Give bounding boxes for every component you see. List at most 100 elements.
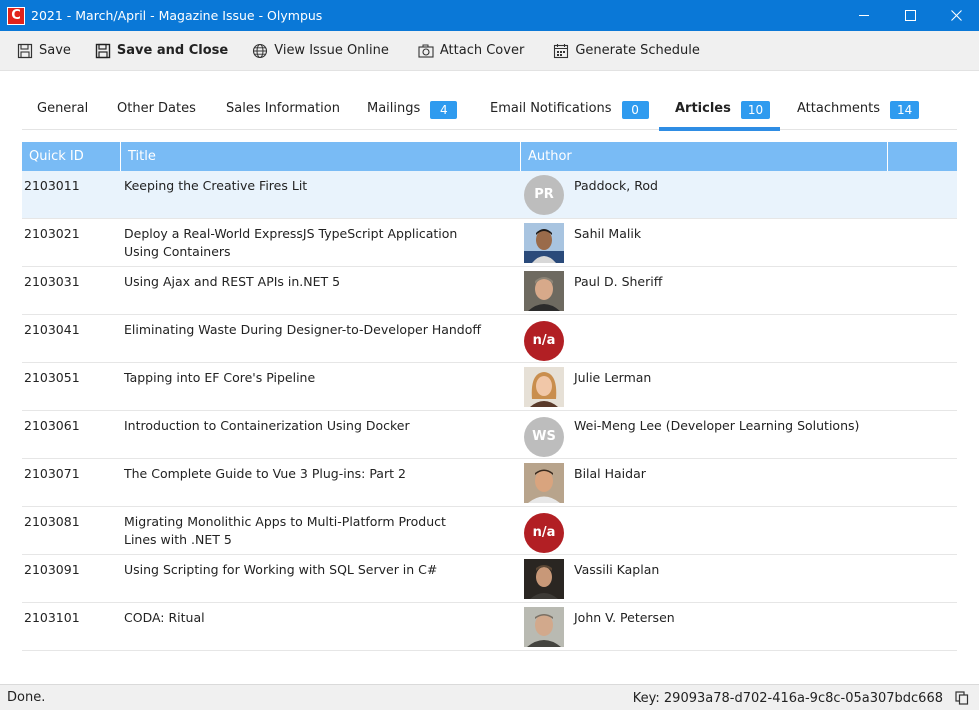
tab-label: Email Notifications [490, 101, 612, 116]
author-name: Paul D. Sheriff [574, 274, 663, 289]
toolbar: Save Save and Close View Issue Online At… [0, 31, 979, 71]
author-photo-avatar [524, 223, 564, 263]
view-issue-online-button[interactable]: View Issue Online [246, 36, 395, 66]
globe-icon [253, 43, 268, 58]
avatar: WS [524, 417, 564, 457]
table-row[interactable]: 2103071 The Complete Guide to Vue 3 Plug… [22, 459, 957, 507]
save-button[interactable]: Save [11, 36, 77, 66]
tab-general[interactable]: General [37, 92, 88, 130]
tab-label: Other Dates [117, 101, 196, 116]
floppy-disk-icon [95, 43, 111, 58]
title-cell: Introduction to Containerization Using D… [124, 418, 410, 433]
title-cell: CODA: Ritual [124, 610, 205, 625]
author-cell: Julie Lerman [521, 363, 888, 410]
app-logo-icon: C [7, 6, 25, 25]
author-name: John V. Petersen [574, 610, 675, 625]
title-cell: Migrating Monolithic Apps to Multi-Platf… [124, 514, 446, 547]
quick-id-cell: 2103021 [24, 226, 80, 241]
quick-id-cell: 2103051 [24, 370, 80, 385]
title-cell: Tapping into EF Core's Pipeline [124, 370, 316, 385]
table-row[interactable]: 2103051 Tapping into EF Core's Pipeline … [22, 363, 957, 411]
grid-header: Quick ID Title Author [22, 142, 957, 171]
tab-label: Attachments [797, 101, 880, 116]
title-cell: Eliminating Waste During Designer-to-Dev… [124, 322, 481, 337]
title-cell: Keeping the Creative Fires Lit [124, 178, 308, 193]
tab-label: Mailings [367, 101, 421, 116]
table-row[interactable]: 2103041 Eliminating Waste During Designe… [22, 315, 957, 363]
minimize-button[interactable] [841, 0, 887, 31]
window-title: 2021 - March/April - Magazine Issue - Ol… [31, 8, 323, 23]
author-cell: n/a [521, 507, 888, 554]
author-photo-avatar [524, 607, 564, 647]
author-name: Paddock, Rod [574, 178, 658, 193]
column-header-title[interactable]: Title [121, 142, 521, 171]
table-row[interactable]: 2103031 Using Ajax and REST APIs in.NET … [22, 267, 957, 315]
minimize-icon [858, 15, 869, 16]
author-cell: WS Wei-Meng Lee (Developer Learning Solu… [521, 411, 888, 458]
quick-id-cell: 2103101 [24, 610, 80, 625]
status-text: Done. [7, 690, 46, 705]
quick-id-cell: 2103031 [24, 274, 80, 289]
table-row[interactable]: 2103021 Deploy a Real-World ExpressJS Ty… [22, 219, 957, 267]
copy-icon[interactable] [955, 691, 969, 705]
title-cell: Deploy a Real-World ExpressJS TypeScript… [124, 226, 458, 259]
author-name: Vassili Kaplan [574, 562, 660, 577]
tab-sales-information[interactable]: Sales Information [226, 92, 340, 130]
quick-id-cell: 2103011 [24, 178, 80, 193]
close-button[interactable] [933, 0, 979, 31]
camera-icon [418, 44, 434, 58]
articles-grid: Quick ID Title Author 2103011 Keeping th… [22, 142, 957, 651]
window-controls [841, 0, 979, 31]
record-key: Key: 29093a78-d702-416a-9c8c-05a307bdc66… [633, 685, 969, 710]
record-key-text: Key: 29093a78-d702-416a-9c8c-05a307bdc66… [632, 690, 943, 706]
author-cell: Bilal Haidar [521, 459, 888, 506]
save-label: Save [39, 43, 71, 58]
author-cell: n/a [521, 315, 888, 362]
author-photo-avatar [524, 367, 564, 407]
quick-id-cell: 2103041 [24, 322, 80, 337]
title-cell: The Complete Guide to Vue 3 Plug-ins: Pa… [124, 466, 406, 481]
tab-mailings[interactable]: Mailings 4 [367, 92, 458, 130]
calendar-icon [554, 43, 569, 58]
table-row[interactable]: 2103101 CODA: Ritual John V. Petersen [22, 603, 957, 651]
column-header-author[interactable]: Author [521, 142, 888, 171]
author-cell: PR Paddock, Rod [521, 171, 888, 218]
table-row[interactable]: 2103011 Keeping the Creative Fires Lit P… [22, 171, 957, 219]
save-and-close-button[interactable]: Save and Close [89, 36, 234, 66]
avatar: PR [524, 175, 564, 215]
tab-label: Articles [675, 101, 731, 116]
tab-other-dates[interactable]: Other Dates [117, 92, 196, 130]
author-photo-avatar [524, 271, 564, 311]
mailings-count-badge: 4 [430, 101, 458, 119]
title-cell: Using Ajax and REST APIs in.NET 5 [124, 274, 341, 289]
maximize-button[interactable] [887, 0, 933, 31]
tab-attachments[interactable]: Attachments 14 [797, 92, 920, 130]
column-header-blank [888, 142, 957, 171]
title-cell: Using Scripting for Working with SQL Ser… [124, 562, 438, 577]
generate-schedule-button[interactable]: Generate Schedule [547, 36, 706, 66]
table-row[interactable]: 2103081 Migrating Monolithic Apps to Mul… [22, 507, 957, 555]
column-header-quick-id[interactable]: Quick ID [22, 142, 121, 171]
generate-schedule-label: Generate Schedule [575, 43, 700, 58]
quick-id-cell: 2103091 [24, 562, 80, 577]
author-cell: Paul D. Sheriff [521, 267, 888, 314]
table-row[interactable]: 2103061 Introduction to Containerization… [22, 411, 957, 459]
table-row[interactable]: 2103091 Using Scripting for Working with… [22, 555, 957, 603]
tab-articles[interactable]: Articles 10 [659, 92, 780, 131]
author-cell: Sahil Malik [521, 219, 888, 266]
close-icon [950, 10, 962, 21]
avatar: n/a [524, 321, 564, 361]
tab-label: Sales Information [226, 101, 340, 116]
tab-strip: General Other Dates Sales Information Ma… [22, 92, 957, 131]
attach-cover-button[interactable]: Attach Cover [412, 36, 530, 66]
email-notifications-count-badge: 0 [621, 101, 649, 119]
author-cell: Vassili Kaplan [521, 555, 888, 602]
save-and-close-label: Save and Close [116, 43, 229, 58]
quick-id-cell: 2103071 [24, 466, 80, 481]
author-cell: John V. Petersen [521, 603, 888, 650]
author-name: Julie Lerman [574, 370, 652, 385]
title-bar: C 2021 - March/April - Magazine Issue - … [0, 0, 979, 31]
quick-id-cell: 2103061 [24, 418, 80, 433]
tab-email-notifications[interactable]: Email Notifications 0 [490, 92, 649, 130]
tab-label: General [37, 101, 89, 116]
